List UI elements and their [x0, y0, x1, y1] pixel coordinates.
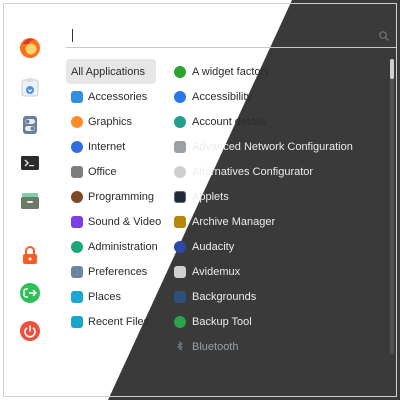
launcher-item-lock[interactable]	[16, 241, 44, 269]
category-places[interactable]: Places	[66, 284, 156, 309]
category-administration[interactable]: Administration	[66, 234, 158, 259]
category-label: Preferences	[88, 265, 148, 278]
lock-icon	[23, 246, 37, 264]
internet-icon	[71, 140, 83, 153]
sound-video-icon	[71, 215, 83, 228]
launcher-item-settings[interactable]	[16, 111, 44, 139]
app-label: Avidemux	[192, 265, 241, 278]
category-internet[interactable]: Internet	[66, 134, 156, 159]
install-icon	[21, 78, 39, 97]
category-label: Administration	[88, 240, 158, 253]
app-item[interactable]: Bluetooth	[170, 334, 380, 359]
archive-icon	[174, 215, 186, 228]
launcher-item-power[interactable]	[16, 317, 44, 345]
category-label: All Applications	[71, 65, 145, 78]
category-label: Internet	[88, 140, 126, 153]
backup-icon	[174, 315, 186, 328]
widget-factory-icon	[174, 65, 186, 78]
category-recent-files[interactable]: Recent Files	[66, 309, 156, 334]
logout-icon	[20, 283, 40, 303]
app-item[interactable]: Audacity	[170, 234, 380, 259]
launcher-panel	[4, 4, 56, 396]
terminal-icon	[21, 156, 39, 170]
category-programming[interactable]: Programming	[66, 184, 156, 209]
category-office[interactable]: Office	[66, 159, 156, 184]
alternatives-icon	[174, 165, 186, 178]
app-label: Bluetooth	[192, 340, 239, 353]
app-label: Applets	[192, 190, 229, 203]
app-item[interactable]: A widget factory	[170, 59, 380, 84]
category-label: Graphics	[88, 115, 133, 128]
category-all-applications[interactable]: All Applications	[66, 59, 156, 84]
search-icon	[379, 31, 389, 41]
bluetooth-icon	[174, 340, 186, 353]
account-details-icon	[174, 115, 186, 128]
app-label: Advanced Network Configuration	[192, 140, 353, 153]
app-list-scrollbar[interactable]	[390, 59, 394, 354]
office-icon	[71, 165, 83, 178]
backgrounds-icon	[174, 290, 186, 303]
app-item[interactable]: Avidemux	[170, 259, 380, 284]
app-menu: All Applications Accessories Graphics In…	[3, 3, 397, 397]
app-item[interactable]: Advanced Network Configuration	[170, 134, 380, 159]
text-caret	[72, 29, 73, 42]
launcher-item-install[interactable]	[16, 73, 44, 101]
launcher-item-logout[interactable]	[16, 279, 44, 307]
search-input[interactable]	[70, 27, 370, 45]
settings-toggle-icon	[23, 116, 37, 134]
category-label: Sound & Video	[88, 215, 162, 228]
category-preferences[interactable]: Preferences	[66, 259, 156, 284]
network-icon	[174, 140, 186, 153]
avidemux-icon	[174, 265, 186, 278]
category-sound-video[interactable]: Sound & Video	[66, 209, 161, 234]
app-item[interactable]: Alternatives Configurator	[170, 159, 380, 184]
preferences-icon	[71, 265, 83, 278]
graphics-icon	[71, 115, 83, 128]
category-graphics[interactable]: Graphics	[66, 109, 156, 134]
administration-icon	[71, 240, 83, 253]
app-label: Backgrounds	[192, 290, 257, 303]
search-bar[interactable]	[66, 24, 396, 48]
category-label: Accessories	[88, 90, 148, 103]
app-item[interactable]: Backgrounds	[170, 284, 380, 309]
recent-files-icon	[71, 315, 83, 328]
category-label: Recent Files	[88, 315, 150, 328]
app-item[interactable]: Account details	[170, 109, 380, 134]
launcher-item-terminal[interactable]	[16, 149, 44, 177]
app-item[interactable]: Archive Manager	[170, 209, 380, 234]
app-label: A widget factory	[192, 65, 270, 78]
app-item[interactable]: Applets	[170, 184, 380, 209]
file-manager-icon	[21, 193, 39, 209]
firefox-icon	[20, 38, 40, 58]
launcher-item-firefox[interactable]	[16, 34, 44, 62]
accessibility-icon	[174, 90, 186, 103]
category-list: All Applications Accessories Graphics In…	[66, 59, 161, 334]
category-label: Programming	[88, 190, 155, 203]
app-label: Account details	[192, 115, 267, 128]
category-label: Places	[88, 290, 122, 303]
applets-icon	[174, 190, 186, 203]
app-item[interactable]: Accessibility	[170, 84, 380, 109]
application-list: A widget factory Accessibility Account d…	[170, 59, 380, 359]
launcher-item-file-manager[interactable]	[16, 187, 44, 215]
category-label: Office	[88, 165, 117, 178]
power-icon	[20, 321, 40, 341]
accessories-icon	[71, 90, 83, 103]
scrollbar-thumb[interactable]	[390, 59, 394, 79]
app-item[interactable]: Backup Tool	[170, 309, 380, 334]
app-label: Accessibility	[192, 90, 252, 103]
programming-icon	[71, 190, 83, 203]
app-label: Audacity	[192, 240, 235, 253]
audacity-icon	[174, 240, 186, 253]
app-label: Archive Manager	[192, 215, 276, 228]
app-label: Alternatives Configurator	[192, 165, 314, 178]
app-label: Backup Tool	[192, 315, 252, 328]
places-icon	[71, 290, 83, 303]
category-accessories[interactable]: Accessories	[66, 84, 156, 109]
